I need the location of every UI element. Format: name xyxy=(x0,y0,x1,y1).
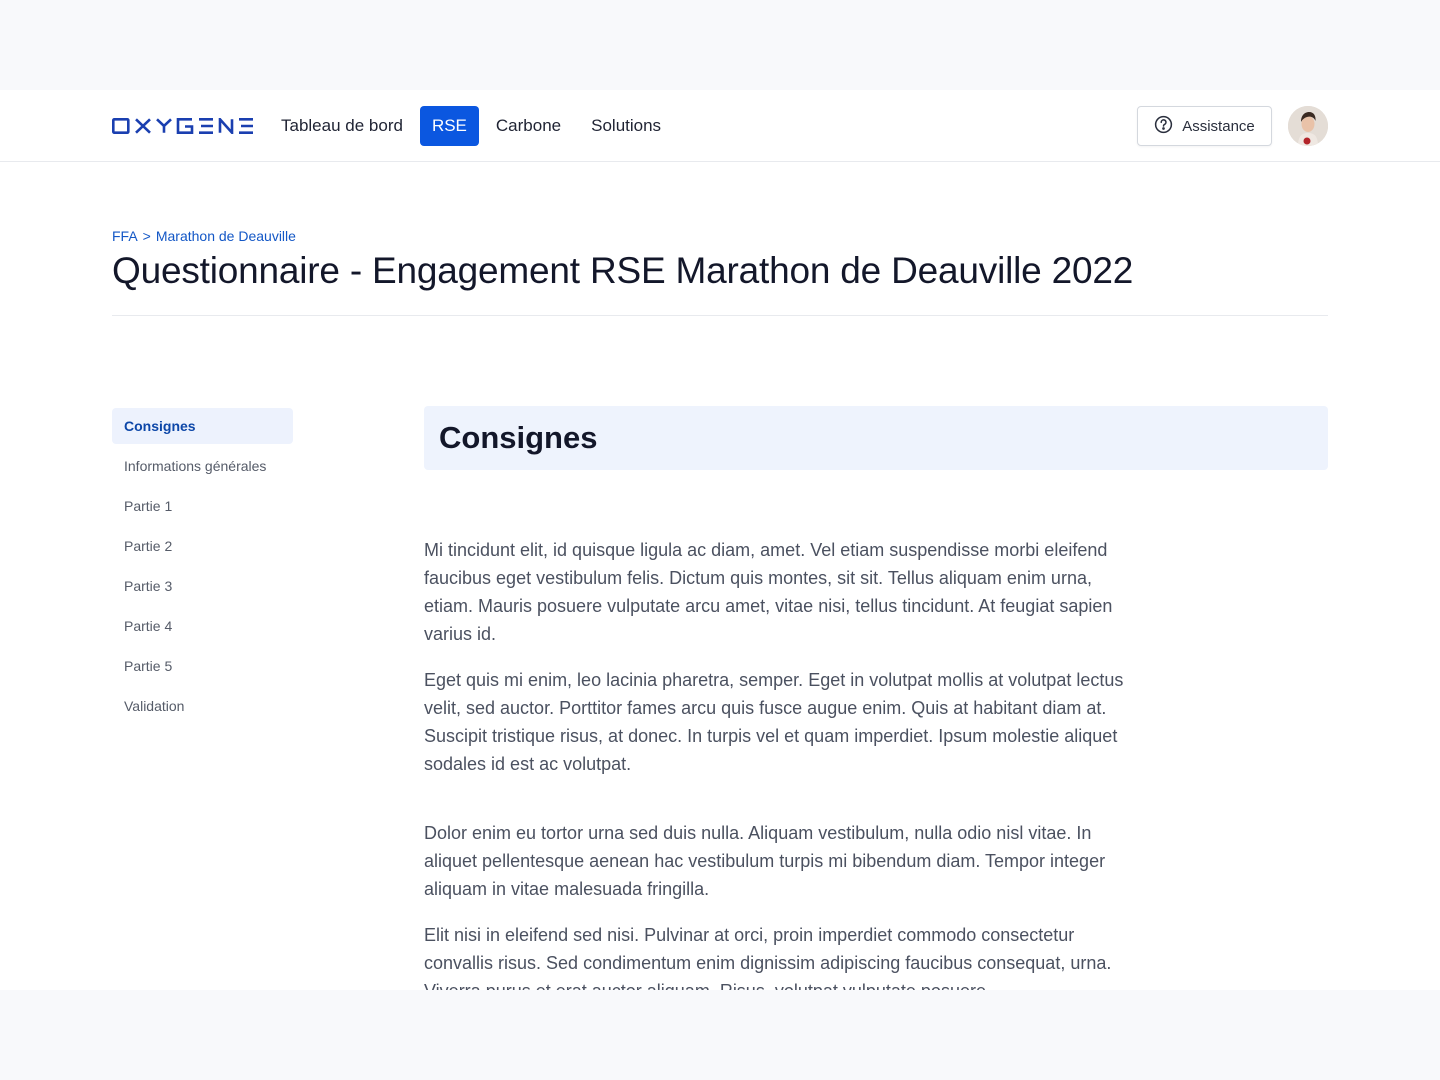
help-circle-icon xyxy=(1154,115,1173,138)
section-content: Mi tincidunt elit, id quisque ligula ac … xyxy=(424,536,1124,990)
nav-tableau-de-bord[interactable]: Tableau de bord xyxy=(268,106,416,146)
title-divider xyxy=(112,315,1328,316)
assistance-button[interactable]: Assistance xyxy=(1137,106,1272,146)
sidebar-item-partie-3[interactable]: Partie 3 xyxy=(112,568,293,604)
content-paragraph: Eget quis mi enim, leo lacinia pharetra,… xyxy=(424,670,1124,774)
user-avatar[interactable] xyxy=(1288,106,1328,146)
sidebar-item-partie-1[interactable]: Partie 1 xyxy=(112,488,293,524)
main-nav: Tableau de bord RSE Carbone Solutions xyxy=(268,106,674,146)
breadcrumb-item-ffa[interactable]: FFA xyxy=(112,228,138,244)
content-paragraph: Mi tincidunt elit, id quisque ligula ac … xyxy=(424,540,1113,644)
breadcrumb-separator: > xyxy=(142,228,151,244)
content-paragraph: Elit nisi in eleifend sed nisi. Pulvinar… xyxy=(424,925,1112,990)
breadcrumb-item-marathon[interactable]: Marathon de Deauville xyxy=(156,228,296,244)
app-frame: Tableau de bord RSE Carbone Solutions As… xyxy=(0,90,1440,990)
section-header: Consignes xyxy=(424,406,1328,470)
sidebar-item-informations-generales[interactable]: Informations générales xyxy=(112,448,293,484)
content-paragraph: Dolor enim eu tortor urna sed duis nulla… xyxy=(424,823,1106,899)
oxygene-logo[interactable] xyxy=(112,116,254,136)
breadcrumb: FFA > Marathon de Deauville xyxy=(112,228,296,244)
nav-solutions[interactable]: Solutions xyxy=(578,106,674,146)
sidebar-item-partie-5[interactable]: Partie 5 xyxy=(112,648,293,684)
sidebar-item-consignes[interactable]: Consignes xyxy=(112,408,293,444)
nav-rse[interactable]: RSE xyxy=(419,106,479,146)
page-title: Questionnaire - Engagement RSE Marathon … xyxy=(112,250,1134,291)
nav-carbone[interactable]: Carbone xyxy=(483,106,574,146)
top-header: Tableau de bord RSE Carbone Solutions As… xyxy=(0,90,1440,162)
sidebar-item-validation[interactable]: Validation xyxy=(112,688,293,724)
assistance-label: Assistance xyxy=(1182,117,1255,135)
section-sidebar: Consignes Informations générales Partie … xyxy=(112,408,293,728)
sidebar-item-partie-4[interactable]: Partie 4 xyxy=(112,608,293,644)
sidebar-item-partie-2[interactable]: Partie 2 xyxy=(112,528,293,564)
section-title: Consignes xyxy=(439,420,598,455)
